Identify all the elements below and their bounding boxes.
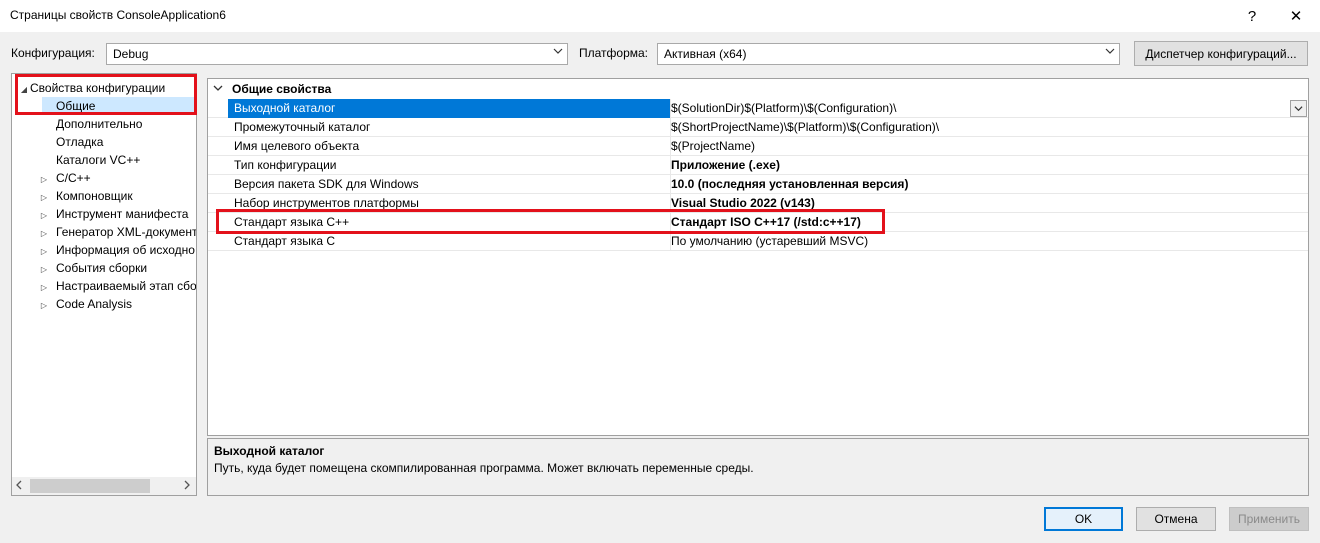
tree-item-label: Общие <box>56 99 96 113</box>
cancel-button[interactable]: Отмена <box>1136 507 1216 531</box>
property-value[interactable]: 10.0 (последняя установленная версия) <box>670 175 1308 194</box>
property-value[interactable]: Visual Studio 2022 (v143) <box>670 194 1308 213</box>
chevron-down-icon <box>1105 46 1115 59</box>
help-button[interactable]: ? <box>1232 0 1272 32</box>
grid-row-target-name[interactable]: Имя целевого объекта $(ProjectName) <box>208 137 1308 156</box>
tree-item-label: Генератор XML-документ <box>56 225 197 239</box>
tree-root[interactable]: ◢ Свойства конфигурации <box>18 79 165 97</box>
tree-item-label: Настраиваемый этап сбо <box>56 279 197 293</box>
property-name: Стандарт языка C++ <box>234 215 350 229</box>
property-grid[interactable]: Общие свойства Выходной каталог $(Soluti… <box>207 78 1309 436</box>
property-name: Стандарт языка C <box>234 234 336 248</box>
scroll-left-icon[interactable] <box>14 479 24 494</box>
tree-item-label: Компоновщик <box>56 189 133 203</box>
tree-item-label: Информация об исходно <box>56 243 195 257</box>
tree-item-xml-generator[interactable]: ▷ Генератор XML-документ <box>38 223 197 241</box>
value-dropdown-button[interactable] <box>1290 100 1307 117</box>
property-name: Промежуточный каталог <box>234 120 371 134</box>
property-value[interactable]: Приложение (.exe) <box>670 156 1308 175</box>
apply-button[interactable]: Применить <box>1229 507 1309 531</box>
property-value[interactable]: Стандарт ISO C++17 (/std:c++17) <box>670 213 1308 232</box>
tree-item-debugging[interactable]: Отладка <box>56 133 103 151</box>
grid-row-output-dir[interactable]: Выходной каталог $(SolutionDir)$(Platfor… <box>208 99 1308 118</box>
property-name: Тип конфигурации <box>234 158 337 172</box>
ok-button[interactable]: OK <box>1044 507 1123 531</box>
grid-category[interactable]: Общие свойства <box>208 79 1308 99</box>
grid-category-label: Общие свойства <box>232 82 332 96</box>
config-label: Конфигурация: <box>11 46 95 60</box>
platform-dropdown[interactable]: Активная (x64) <box>657 43 1120 65</box>
property-name: Имя целевого объекта <box>234 139 360 153</box>
description-title: Выходной каталог <box>214 444 325 458</box>
tree-item-manifest-tool[interactable]: ▷ Инструмент манифеста <box>38 205 188 223</box>
property-value[interactable]: $(ShortProjectName)\$(Platform)\$(Config… <box>670 118 1308 137</box>
scrollbar-thumb[interactable] <box>30 479 150 493</box>
tree-item-label: Каталоги VC++ <box>56 153 141 167</box>
window-title: Страницы свойств ConsoleApplication6 <box>10 8 226 22</box>
tree-item-advanced[interactable]: Дополнительно <box>56 115 142 133</box>
property-value[interactable]: $(ProjectName) <box>670 137 1308 156</box>
config-manager-button[interactable]: Диспетчер конфигураций... <box>1134 41 1308 66</box>
tree-root-label: Свойства конфигурации <box>30 81 166 95</box>
tree-item-label: События сборки <box>56 261 148 275</box>
tree-item-label: C/C++ <box>56 171 91 185</box>
close-button[interactable]: ✕ <box>1276 0 1316 32</box>
config-value: Debug <box>113 47 149 61</box>
tree-item-label: Инструмент манифеста <box>56 207 189 221</box>
grid-row-c-standard[interactable]: Стандарт языка C По умолчанию (устаревши… <box>208 232 1308 251</box>
grid-row-platform-toolset[interactable]: Набор инструментов платформы Visual Stud… <box>208 194 1308 213</box>
platform-label: Платформа: <box>579 46 649 60</box>
tree-item-linker[interactable]: ▷ Компоновщик <box>38 187 133 205</box>
platform-value: Активная (x64) <box>664 47 747 61</box>
expanded-triangle-icon: ◢ <box>20 85 28 94</box>
tree-item-label: Отладка <box>56 135 104 149</box>
description-text: Путь, куда будет помещена скомпилированн… <box>214 461 754 475</box>
property-value[interactable]: По умолчанию (устаревший MSVC) <box>670 232 1308 251</box>
tree-item-label: Дополнительно <box>56 117 143 131</box>
scroll-right-icon[interactable] <box>182 479 192 494</box>
tree-item-cpp[interactable]: ▷ C/C++ <box>38 169 91 187</box>
tree-item-build-events[interactable]: ▷ События сборки <box>38 259 147 277</box>
property-tree[interactable]: ◢ Свойства конфигурации Общие Дополнитель… <box>11 73 197 496</box>
grid-row-cpp-standard[interactable]: Стандарт языка C++ Стандарт ISO C++17 (/… <box>208 213 1308 232</box>
tree-item-custom-build-step[interactable]: ▷ Настраиваемый этап сбо <box>38 277 197 295</box>
grid-row-sdk-version[interactable]: Версия пакета SDK для Windows 10.0 (посл… <box>208 175 1308 194</box>
tree-item-source-info[interactable]: ▷ Информация об исходно <box>38 241 195 259</box>
grid-row-intermediate-dir[interactable]: Промежуточный каталог $(ShortProjectName… <box>208 118 1308 137</box>
tree-item-label: Code Analysis <box>56 297 133 311</box>
property-name: Набор инструментов платформы <box>234 196 419 210</box>
description-panel: Выходной каталог Путь, куда будет помеще… <box>207 438 1309 496</box>
chevron-down-icon <box>553 46 563 59</box>
grid-row-configuration-type[interactable]: Тип конфигурации Приложение (.exe) <box>208 156 1308 175</box>
property-name: Выходной каталог <box>228 99 670 118</box>
tree-item-code-analysis[interactable]: ▷ Code Analysis <box>38 295 132 313</box>
collapsed-triangle-icon: ▷ <box>40 301 48 310</box>
property-value[interactable]: $(SolutionDir)$(Platform)\$(Configuratio… <box>670 99 1308 118</box>
tree-item-vc-directories[interactable]: Каталоги VC++ <box>56 151 140 169</box>
category-collapse-icon[interactable] <box>208 79 228 99</box>
property-name: Версия пакета SDK для Windows <box>234 177 419 191</box>
config-dropdown[interactable]: Debug <box>106 43 568 65</box>
tree-item-general[interactable]: Общие <box>42 97 196 115</box>
